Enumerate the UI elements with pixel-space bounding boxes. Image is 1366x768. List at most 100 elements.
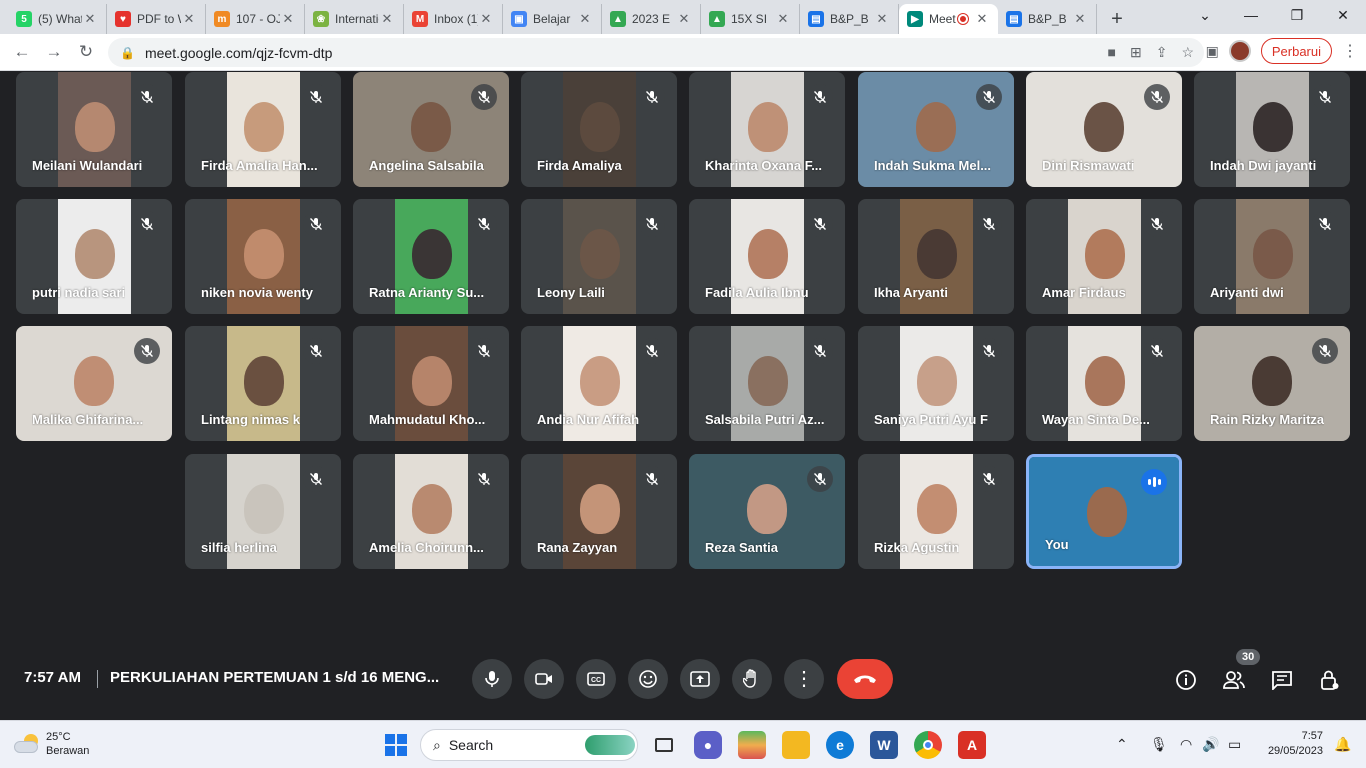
close-tab-icon[interactable]: ✕ xyxy=(676,11,692,27)
browser-tab[interactable]: ▲ 2023 E ✕ xyxy=(602,4,701,34)
participant-tile[interactable]: Malika Ghifarina... xyxy=(16,326,172,441)
notification-icon[interactable]: 🔔 xyxy=(1334,736,1351,753)
browser-tab[interactable]: M Inbox (1) ✕ xyxy=(404,4,503,34)
reactions-button[interactable] xyxy=(628,659,668,699)
participant-tile[interactable]: Ariyanti dwi xyxy=(1194,199,1350,314)
participant-tile[interactable]: Angelina Salsabila xyxy=(353,72,509,187)
translate-icon[interactable]: ⊞ xyxy=(1130,44,1142,61)
task-view-icon[interactable] xyxy=(650,731,678,759)
close-tab-icon[interactable]: ✕ xyxy=(1072,11,1088,27)
close-tab-icon[interactable]: ✕ xyxy=(280,11,296,27)
participant-tile[interactable]: niken novia wenty xyxy=(185,199,341,314)
participant-tile[interactable]: Reza Santia xyxy=(689,454,845,569)
chat-button[interactable] xyxy=(1266,664,1298,696)
browser-tab[interactable]: ▤ B&P_B ✕ xyxy=(800,4,899,34)
update-button[interactable]: Perbarui xyxy=(1260,38,1332,64)
raise-hand-button[interactable] xyxy=(732,659,772,699)
participant-tile[interactable]: Mahmudatul Kho... xyxy=(353,326,509,441)
participant-tile[interactable]: Ikha Aryanti xyxy=(858,199,1014,314)
share-icon[interactable]: ⇪ xyxy=(1156,44,1168,61)
participant-tile[interactable]: Meilani Wulandari xyxy=(16,72,172,187)
participant-tile[interactable]: Rana Zayyan xyxy=(521,454,677,569)
participant-tile[interactable]: Rain Rizky Maritza xyxy=(1194,326,1350,441)
edge-browser-icon[interactable]: e xyxy=(826,731,854,759)
host-controls-button[interactable] xyxy=(1314,664,1346,696)
browser-tab[interactable]: ♥ PDF to Word✕ xyxy=(107,4,206,34)
minimize-button[interactable]: — xyxy=(1228,0,1274,30)
acrobat-icon[interactable]: A xyxy=(958,731,986,759)
tab-search-icon[interactable]: ⌄ xyxy=(1182,0,1228,30)
participant-tile[interactable]: Fadila Aulia Ibnu xyxy=(689,199,845,314)
taskbar-search-box[interactable]: ⌕ Search xyxy=(420,729,638,761)
close-window-button[interactable]: ✕ xyxy=(1320,0,1366,30)
camera-in-use-icon[interactable]: ■ xyxy=(1108,44,1116,61)
participant-tile[interactable]: Andia Nur Afifah xyxy=(521,326,677,441)
close-tab-icon[interactable]: ✕ xyxy=(379,11,395,27)
close-tab-icon[interactable]: ✕ xyxy=(775,11,791,27)
participant-tile[interactable]: Firda Amalia Han... xyxy=(185,72,341,187)
participant-tile[interactable]: Salsabila Putri Az... xyxy=(689,326,845,441)
participant-tile[interactable]: Wayan Sinta De... xyxy=(1026,326,1182,441)
people-button[interactable] xyxy=(1218,664,1250,696)
browser-tab[interactable]: ▲ 15X SI ✕ xyxy=(701,4,800,34)
participant-tile[interactable]: Amar Firdaus xyxy=(1026,199,1182,314)
close-tab-icon[interactable]: ✕ xyxy=(181,11,197,27)
participant-tile[interactable]: Amelia Choirunn... xyxy=(353,454,509,569)
menu-kebab-icon[interactable]: ⋮ xyxy=(1342,41,1358,61)
teams-chat-icon[interactable]: ● xyxy=(694,731,722,759)
meeting-details-button[interactable] xyxy=(1170,664,1202,696)
camera-button[interactable] xyxy=(524,659,564,699)
forward-arrow-icon[interactable]: → xyxy=(38,36,70,68)
show-hidden-icons-chevron-icon[interactable]: ⌃ xyxy=(1116,736,1128,753)
microphone-button[interactable] xyxy=(472,659,512,699)
browser-tab[interactable]: 5 (5) WhatsApp✕ xyxy=(8,4,107,34)
maximize-button[interactable]: ❐ xyxy=(1274,0,1320,30)
bookmark-star-icon[interactable]: ☆ xyxy=(1181,44,1194,61)
participant-tile[interactable]: Lintang nimas k xyxy=(185,326,341,441)
close-tab-icon[interactable]: ✕ xyxy=(974,11,990,27)
present-button[interactable] xyxy=(680,659,720,699)
address-bar[interactable]: 🔒 meet.google.com/qjz-fcvm-dtp ■ ⊞ ⇪ ☆ xyxy=(108,38,1204,67)
reload-icon[interactable]: ↻ xyxy=(70,36,102,68)
participant-tile[interactable]: Firda Amaliya xyxy=(521,72,677,187)
profile-avatar[interactable] xyxy=(1228,40,1251,62)
taskbar-clock[interactable]: 7:57 29/05/2023 xyxy=(1268,729,1323,759)
participant-tile[interactable]: Ratna Arianty Su... xyxy=(353,199,509,314)
chrome-icon[interactable] xyxy=(914,731,942,759)
word-icon[interactable]: W xyxy=(870,731,898,759)
participant-tile[interactable]: Leony Laili xyxy=(521,199,677,314)
close-tab-icon[interactable]: ✕ xyxy=(577,11,593,27)
winrar-icon[interactable] xyxy=(738,731,766,759)
participant-tile[interactable]: Kharinta Oxana F... xyxy=(689,72,845,187)
leave-call-button[interactable] xyxy=(837,659,893,699)
microphone-tray-icon[interactable]: 🎙 xyxy=(1150,736,1168,753)
close-tab-icon[interactable]: ✕ xyxy=(82,11,98,27)
wifi-icon[interactable]: ◠ xyxy=(1180,736,1192,753)
participant-tile[interactable]: Dini Rismawati xyxy=(1026,72,1182,187)
close-tab-icon[interactable]: ✕ xyxy=(478,11,494,27)
participant-tile[interactable]: Saniya Putri Ayu F xyxy=(858,326,1014,441)
captions-button[interactable]: CC xyxy=(576,659,616,699)
weather-widget[interactable]: 25°C Berawan xyxy=(14,730,89,758)
windows-start-icon[interactable] xyxy=(382,731,410,759)
battery-icon[interactable]: ▭ xyxy=(1228,736,1241,753)
participant-tile[interactable]: putri nadia sari xyxy=(16,199,172,314)
browser-tab[interactable]: m 107 - OJS✕ xyxy=(206,4,305,34)
volume-icon[interactable]: 🔊 xyxy=(1202,736,1219,753)
self-participant-tile[interactable]: You xyxy=(1026,454,1182,569)
participant-tile[interactable]: Indah Dwi jayanti xyxy=(1194,72,1350,187)
browser-tab[interactable]: ▤ B&P_B ✕ xyxy=(998,4,1097,34)
new-tab-button[interactable]: + xyxy=(1097,4,1137,34)
back-arrow-icon[interactable]: ← xyxy=(6,36,38,68)
close-tab-icon[interactable]: ✕ xyxy=(874,11,890,27)
participant-tile[interactable]: silfia herlina xyxy=(185,454,341,569)
present-screen-icon xyxy=(690,671,710,687)
browser-tab[interactable]: ▣ Belajar ✕ xyxy=(503,4,602,34)
file-explorer-icon[interactable] xyxy=(782,731,810,759)
more-options-button[interactable]: ⋮ xyxy=(784,659,824,699)
side-panel-icon[interactable]: ▣ xyxy=(1206,43,1219,60)
participant-tile[interactable]: Rizka Agustin xyxy=(858,454,1014,569)
participant-tile[interactable]: Indah Sukma Mel... xyxy=(858,72,1014,187)
browser-tab[interactable]: ▶ Meet ✕ xyxy=(899,4,998,34)
browser-tab[interactable]: ❀ International✕ xyxy=(305,4,404,34)
